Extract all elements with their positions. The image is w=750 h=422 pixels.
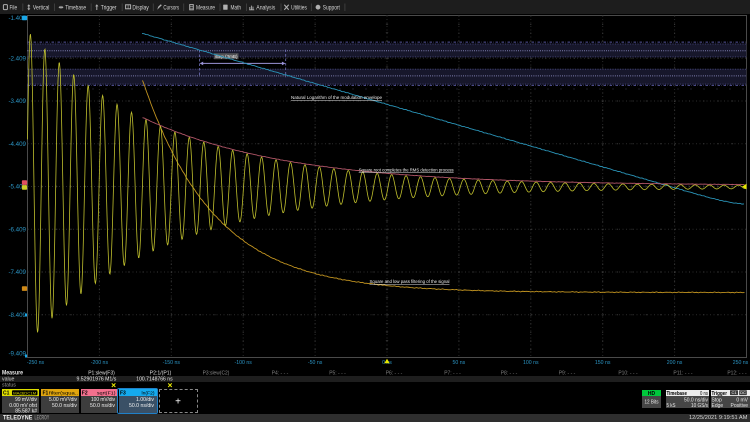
svg-text:Natural Logarithm of the modul: Natural Logarithm of the modulation enve… — [291, 95, 382, 101]
svg-text:-4.409: -4.409 — [8, 141, 26, 148]
svg-text:-6.409: -6.409 — [8, 226, 26, 233]
svg-text:50.0 ns/div: 50.0 ns/div — [90, 403, 115, 409]
svg-text:P8: - - -: P8: - - - — [501, 370, 518, 376]
svg-text:0 ns: 0 ns — [700, 391, 708, 397]
svg-text:P9: - - -: P9: - - - — [559, 370, 576, 376]
svg-text:sqrt(F1): sqrt(F1) — [97, 391, 116, 397]
svg-text:-150 ns: -150 ns — [163, 360, 181, 366]
svg-text:TELEDYNE: TELEDYNE — [3, 416, 32, 422]
svg-text:P11: - - -: P11: - - - — [673, 370, 692, 376]
svg-text:-3.409: -3.409 — [8, 98, 26, 105]
svg-text:Math: Math — [231, 6, 242, 12]
svg-text:Display: Display — [132, 6, 148, 12]
svg-text:Timebase: Timebase — [65, 6, 86, 12]
svg-text:Edge: Edge — [712, 403, 724, 409]
svg-text:12/25/2021 9:19:51 AM: 12/25/2021 9:19:51 AM — [689, 415, 748, 421]
svg-text:Measure: Measure — [196, 6, 216, 12]
svg-text:Square root completes the RMS: Square root completes the RMS detection … — [359, 167, 455, 173]
svg-text:Trigger: Trigger — [101, 6, 117, 12]
svg-text:-9.409: -9.409 — [8, 351, 26, 358]
svg-text:-250 ns: -250 ns — [27, 360, 45, 366]
svg-text:DC: DC — [740, 390, 746, 395]
svg-text:-50 ns: -50 ns — [308, 360, 323, 366]
svg-text:100.7148766 ns: 100.7148766 ns — [136, 377, 173, 383]
svg-text:P1:slew(F3): P1:slew(F3) — [88, 370, 115, 376]
svg-text:Trigger: Trigger — [712, 391, 728, 397]
svg-text:100 ns: 100 ns — [523, 360, 539, 366]
svg-text:C1: C1 — [731, 390, 737, 395]
svg-text:Vertical: Vertical — [33, 6, 50, 12]
svg-text:P3:slew(C2): P3:slew(C2) — [203, 370, 230, 376]
svg-text:50.0 ns/div: 50.0 ns/div — [52, 403, 77, 409]
svg-text:Analysis: Analysis — [256, 6, 275, 12]
svg-text:value: value — [2, 376, 15, 382]
svg-text:P10: - - -: P10: - - - — [618, 370, 637, 376]
svg-text:P2:1/(P1): P2:1/(P1) — [150, 370, 172, 376]
svg-text:Square and low pass filtering: Square and low pass filtering of the sig… — [370, 279, 450, 285]
svg-text:F2: F2 — [82, 391, 88, 397]
svg-text:ln(F2): ln(F2) — [142, 391, 155, 397]
svg-text:-8.409: -8.409 — [8, 312, 26, 319]
svg-text:50 ns: 50 ns — [453, 360, 466, 366]
svg-text:200 ns: 200 ns — [667, 360, 683, 366]
svg-text:C1: C1 — [3, 391, 10, 397]
svg-text:9.52901976 M1/s: 9.52901976 M1/s — [77, 377, 117, 383]
svg-text:HD: HD — [648, 391, 656, 397]
svg-text:status: status — [2, 383, 16, 389]
svg-text:F3: F3 — [120, 391, 126, 397]
svg-text:P7: - - -: P7: - - - — [444, 370, 461, 376]
svg-text:Support: Support — [323, 6, 340, 12]
svg-text:50.0 ns/div: 50.0 ns/div — [129, 403, 154, 409]
svg-text:filter(squa..: filter(squa.. — [49, 391, 78, 397]
svg-text:-200 ns: -200 ns — [91, 360, 109, 366]
svg-text:-100 ns: -100 ns — [235, 360, 253, 366]
svg-text:P6: - - -: P6: - - - — [386, 370, 403, 376]
svg-text:File: File — [10, 6, 18, 12]
svg-text:85.587 k#: 85.587 k# — [15, 408, 37, 414]
svg-text:-2.409: -2.409 — [8, 55, 26, 62]
svg-text:+: + — [175, 397, 181, 408]
svg-text:Timebase: Timebase — [667, 391, 688, 397]
svg-text:10 GS/s: 10 GS/s — [691, 403, 708, 409]
svg-text:Utilities: Utilities — [291, 6, 307, 12]
svg-text:Cursors: Cursors — [163, 6, 179, 12]
svg-text:P5: - - -: P5: - - - — [329, 370, 346, 376]
svg-text:150 ns: 150 ns — [595, 360, 611, 366]
svg-text:P4: - - -: P4: - - - — [272, 370, 289, 376]
svg-text:F1: F1 — [43, 391, 49, 397]
svg-text:LECROY: LECROY — [35, 416, 50, 422]
svg-text:P12: - - -: P12: - - - — [727, 370, 746, 376]
svg-text:Positive: Positive — [730, 403, 748, 409]
svg-text:12 Bits: 12 Bits — [645, 400, 659, 406]
svg-text:MA(3|DC1M: MA(3|DC1M — [13, 390, 36, 395]
svg-text:-7.409: -7.409 — [8, 269, 26, 276]
svg-text:5 kS: 5 kS — [667, 403, 677, 409]
svg-text:250 ns: 250 ns — [733, 360, 749, 366]
